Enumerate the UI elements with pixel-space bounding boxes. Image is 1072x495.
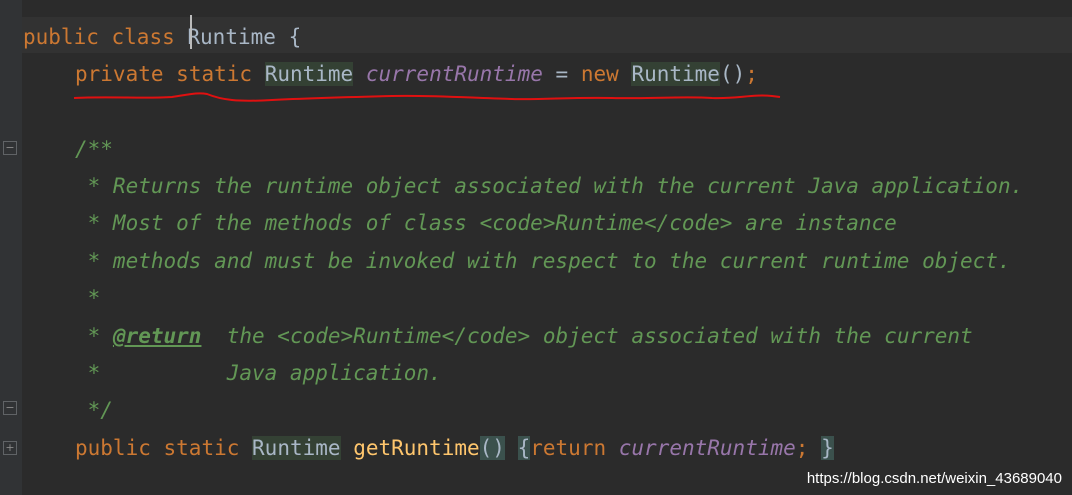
javadoc-open: /** [75,137,113,161]
javadoc-close: */ [75,398,113,422]
open-brace: { [517,436,531,460]
javadoc-star: * [75,324,113,348]
keyword: public [23,25,99,49]
parens: () [719,62,746,86]
constructor-name: Runtime [631,62,720,86]
parens: () [479,436,505,460]
keyword: static [163,436,240,460]
class-name: Runtime [187,25,276,49]
keyword: new [580,62,619,86]
field-name: currentRuntime [365,62,543,86]
keyword: static [176,62,253,86]
code-line-class-decl[interactable]: public class Runtime { [23,19,301,55]
method-name: getRuntime [353,436,480,460]
keyword: public [75,436,151,460]
javadoc-line: * Returns the runtime object associated … [75,174,1024,198]
type-name: Runtime [264,62,354,86]
javadoc-return-tag: @return [112,324,202,348]
keyword: return [530,436,607,460]
keyword: private [75,62,164,86]
type-name: Runtime [252,436,341,460]
javadoc-line: * methods and must be invoked with respe… [75,249,1011,273]
javadoc-return-text: the <code>Runtime</code> object associat… [201,324,973,348]
semicolon: ; [795,436,809,460]
open-brace: { [288,25,302,49]
fold-expand-icon[interactable]: + [3,441,17,455]
text-cursor [190,15,192,49]
fold-end-icon[interactable]: − [3,401,17,415]
code-line-method[interactable]: public static Runtime getRuntime() {retu… [75,430,834,466]
close-brace: } [821,436,834,460]
keyword: class [111,25,175,49]
javadoc-return-line: * @return the <code>Runtime</code> objec… [75,318,973,354]
semicolon: ; [745,62,758,86]
code-editor[interactable]: − − + public class Runtime { private sta… [0,0,1072,495]
watermark-url: https://blog.csdn.net/weixin_43689040 [806,470,1062,487]
javadoc-line: * [75,286,101,310]
fold-collapse-icon[interactable]: − [3,141,17,155]
editor-gutter [0,0,22,495]
field-name: currentRuntime [618,436,796,460]
equals: = [555,62,569,86]
javadoc-line: * Java application. [75,361,442,385]
javadoc-line: * Most of the methods of class <code>Run… [75,211,897,235]
code-line-field-decl[interactable]: private static Runtime currentRuntime = … [75,56,758,92]
red-underline-annotation [73,92,781,102]
